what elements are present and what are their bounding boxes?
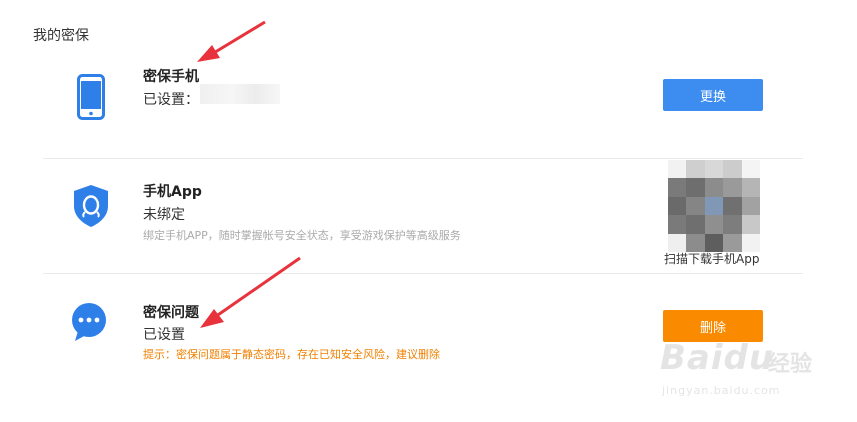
shield-qq-icon — [74, 185, 108, 227]
watermark-brand: Baidu — [660, 338, 775, 378]
replace-button[interactable]: 更换 — [663, 79, 763, 111]
page-title: 我的密保 — [33, 28, 89, 44]
row-status: 未绑定 — [143, 207, 185, 223]
row-title: 手机App — [143, 184, 202, 200]
qr-code — [668, 160, 760, 252]
row-title: 密保问题 — [143, 305, 199, 321]
masked-phone-number — [200, 84, 280, 104]
watermark-brand-cn: 经验 — [768, 352, 813, 377]
baidu-watermark-logo: Baidu 经验 jingyan.baidu.com — [650, 338, 850, 408]
row-status: 已设置： — [143, 92, 199, 108]
divider — [43, 273, 803, 274]
row-warning: 提示：密保问题属于静态密码，存在已知安全风险，建议删除 — [143, 348, 440, 361]
phone-icon — [77, 74, 105, 120]
qr-caption: 扫描下载手机App — [664, 252, 760, 266]
chat-bubble-icon — [72, 303, 106, 341]
row-description: 绑定手机APP，随时掌握帐号安全状态，享受游戏保护等高级服务 — [143, 229, 461, 242]
row-status: 已设置 — [143, 327, 185, 343]
divider — [43, 158, 803, 159]
row-title: 密保手机 — [143, 69, 199, 85]
watermark-url: jingyan.baidu.com — [662, 384, 781, 397]
